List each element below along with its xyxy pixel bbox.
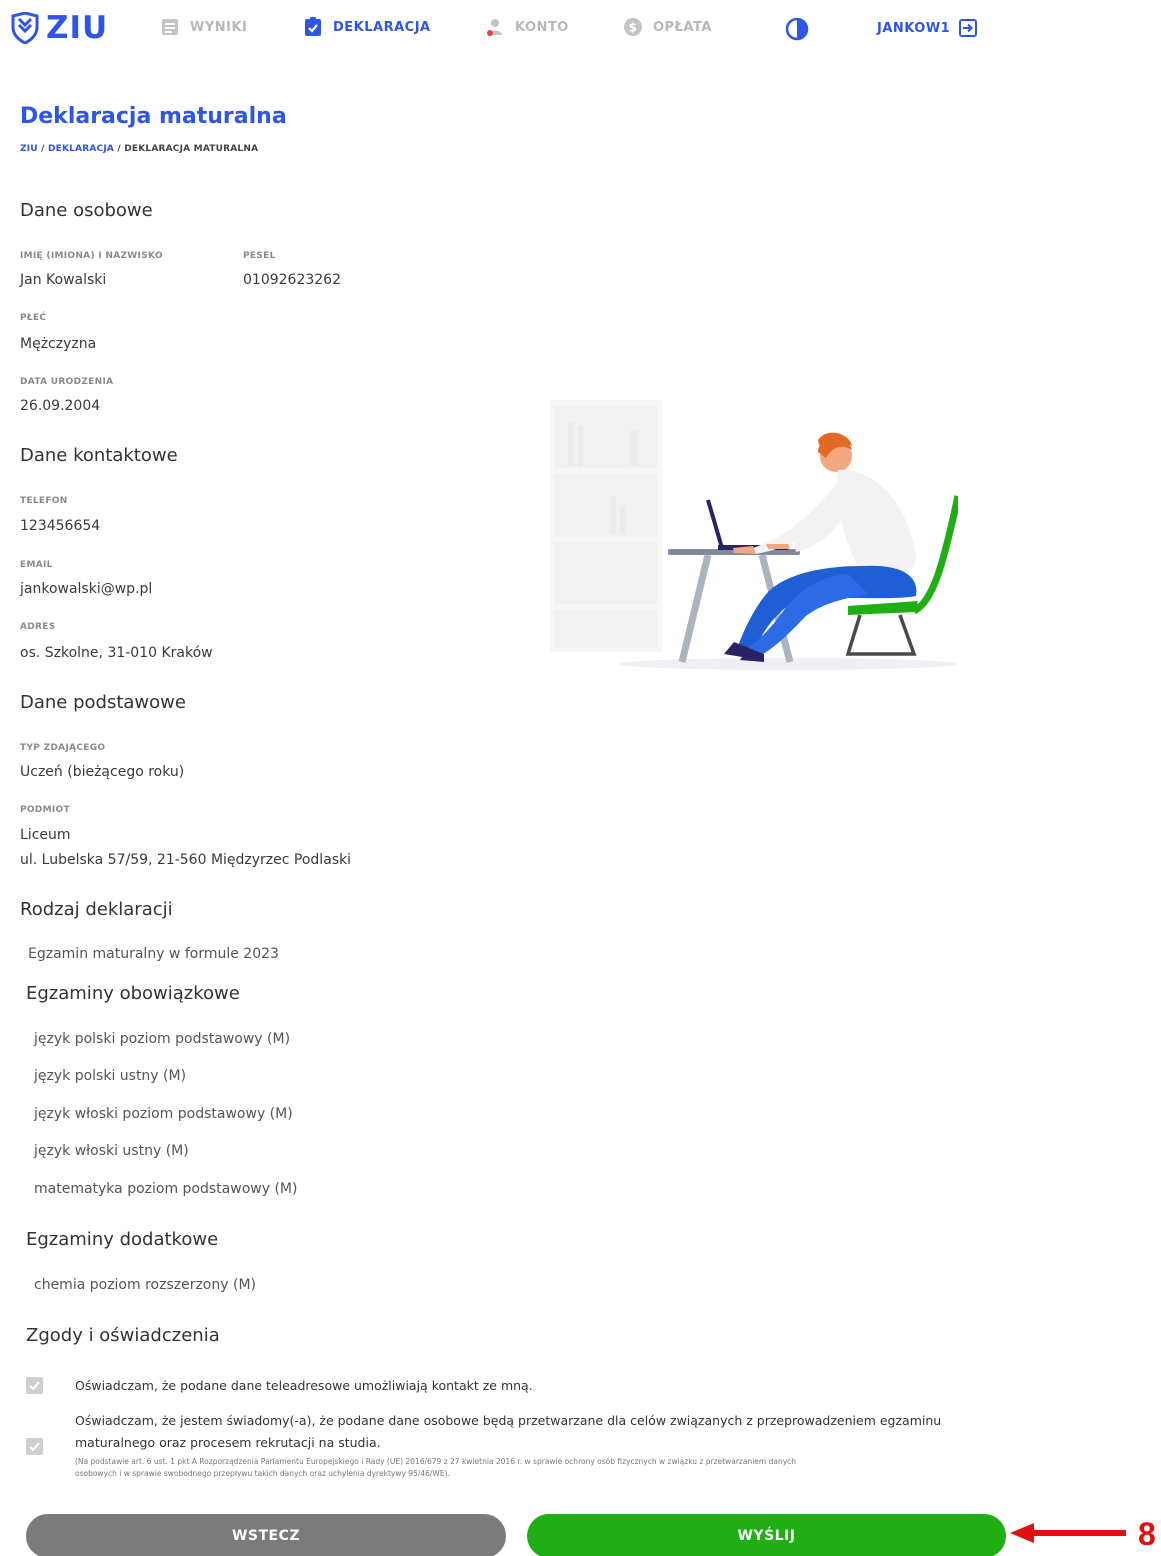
section-heading-additional-exams: Egzaminy dodatkowe bbox=[26, 1229, 219, 1250]
declaration-type: Egzamin maturalny w formule 2023 bbox=[28, 946, 279, 962]
username: JANKOW1 bbox=[877, 20, 951, 36]
entity-address: ul. Lubelska 57/59, 21-560 Międzyrzec Po… bbox=[20, 852, 352, 868]
candidate-type-label: TYP ZDAJĄCEGO bbox=[20, 743, 106, 753]
breadcrumb: ZIU / DEKLARACJA / DEKLARACJA MATURALNA bbox=[20, 144, 258, 154]
email-value: jankowalski@wp.pl bbox=[20, 581, 153, 597]
checkmark-icon bbox=[29, 1381, 40, 1391]
consent-data-processing-checkbox[interactable] bbox=[26, 1438, 43, 1455]
dob-value: 26.09.2004 bbox=[20, 398, 101, 414]
sex-label: PŁEĆ bbox=[20, 313, 47, 323]
list-item: język polski ustny (M) bbox=[34, 1068, 187, 1084]
user-icon bbox=[485, 17, 505, 37]
consent-contact-checkbox[interactable] bbox=[26, 1377, 43, 1394]
list-item: matematyka poziom podstawowy (M) bbox=[34, 1181, 298, 1197]
section-heading-consents: Zgody i oświadczenia bbox=[26, 1325, 220, 1346]
list-item: chemia poziom rozszerzony (M) bbox=[34, 1277, 256, 1293]
section-heading-personal: Dane osobowe bbox=[20, 200, 153, 221]
pesel-label: PESEL bbox=[243, 251, 276, 261]
breadcrumb-separator: / bbox=[114, 144, 125, 154]
phone-label: TELEFON bbox=[20, 496, 68, 506]
entity-name: Liceum bbox=[20, 827, 71, 843]
breadcrumb-home-link[interactable]: ZIU bbox=[20, 144, 38, 154]
nav-wyniki[interactable]: WYNIKI bbox=[160, 17, 247, 37]
address-label: ADRES bbox=[20, 622, 56, 632]
phone-value: 123456654 bbox=[20, 518, 101, 534]
contrast-toggle-button[interactable] bbox=[785, 17, 809, 41]
section-heading-basic: Dane podstawowe bbox=[20, 692, 186, 713]
consent-data-processing-text-line1: Oświadczam, że jestem świadomy(-a), że p… bbox=[75, 1413, 942, 1428]
sex-value: Mężczyzna bbox=[20, 336, 97, 352]
breadcrumb-parent-link[interactable]: DEKLARACJA bbox=[48, 144, 114, 154]
checkmark-icon bbox=[29, 1442, 40, 1452]
name-value: Jan Kowalski bbox=[20, 272, 107, 288]
logo-shield-icon bbox=[11, 12, 39, 44]
nav-oplata-label: OPŁATA bbox=[653, 19, 712, 35]
consent-legal-note-line2: osobowych i w sprawie swobodnego przepły… bbox=[75, 1469, 450, 1478]
section-heading-mandatory-exams: Egzaminy obowiązkowe bbox=[26, 983, 240, 1004]
section-heading-declaration: Rodzaj deklaracji bbox=[20, 899, 173, 920]
logo[interactable]: ZIU bbox=[10, 10, 108, 46]
checklist-icon bbox=[303, 17, 323, 37]
entity-label: PODMIOT bbox=[20, 805, 70, 815]
address-value: os. Szkolne, 31-010 Kraków bbox=[20, 645, 213, 661]
contrast-icon bbox=[785, 17, 809, 41]
coin-icon: $ bbox=[623, 17, 643, 37]
list-item: język włoski ustny (M) bbox=[34, 1143, 189, 1159]
nav-wyniki-label: WYNIKI bbox=[190, 19, 248, 35]
send-button[interactable]: WYŚLIJ bbox=[527, 1514, 1006, 1556]
nav-konto-label: KONTO bbox=[515, 19, 569, 35]
consent-data-processing-text-line2: maturalnego oraz procesem rekrutacji na … bbox=[75, 1435, 381, 1450]
logo-text: ZIU bbox=[46, 10, 109, 46]
consent-legal-note-line1: (Na podstawie art. 6 ust. 1 pkt A Rozpor… bbox=[75, 1457, 797, 1466]
pesel-value: 01092623262 bbox=[243, 272, 341, 288]
nav-deklaracja[interactable]: DEKLARACJA bbox=[303, 17, 431, 37]
back-button[interactable]: WSTECZ bbox=[26, 1514, 506, 1556]
name-label: IMIĘ (IMIONA) I NAZWISKO bbox=[20, 251, 163, 261]
page-title: Deklaracja maturalna bbox=[20, 104, 287, 129]
nav-deklaracja-label: DEKLARACJA bbox=[333, 19, 431, 35]
section-heading-contact: Dane kontaktowe bbox=[20, 445, 178, 466]
list-item: język polski poziom podstawowy (M) bbox=[34, 1031, 291, 1047]
svg-text:$: $ bbox=[629, 21, 638, 35]
user-logout-link[interactable]: JANKOW1 bbox=[877, 18, 978, 38]
email-label: EMAIL bbox=[20, 560, 53, 570]
breadcrumb-separator: / bbox=[37, 144, 48, 154]
nav-konto[interactable]: KONTO bbox=[485, 17, 569, 37]
list-item: język włoski poziom podstawowy (M) bbox=[34, 1106, 293, 1122]
candidate-type-value: Uczeń (bieżącego roku) bbox=[20, 764, 185, 780]
annotation-step-number: 8 bbox=[1138, 1516, 1156, 1552]
nav-oplata[interactable]: $ OPŁATA bbox=[623, 17, 712, 37]
annotation-arrow-icon bbox=[1010, 1523, 1126, 1543]
dob-label: DATA URODZENIA bbox=[20, 377, 114, 387]
breadcrumb-current: DEKLARACJA MATURALNA bbox=[124, 144, 259, 154]
list-icon bbox=[160, 17, 180, 37]
consent-contact-text: Oświadczam, że podane dane teleadresowe … bbox=[75, 1378, 533, 1393]
logout-icon bbox=[959, 19, 978, 37]
person-at-laptop-illustration bbox=[550, 400, 958, 670]
top-navigation: ZIU WYNIKI DEKLARACJA KONTO $ OPŁATA JAN… bbox=[0, 0, 1161, 58]
